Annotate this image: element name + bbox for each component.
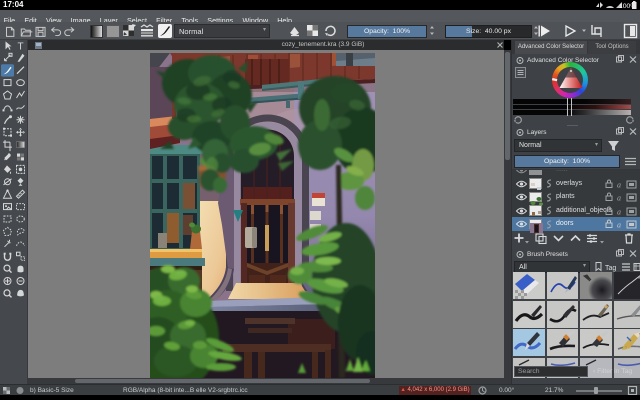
svg-text:a: a xyxy=(617,194,621,203)
svg-text:a: a xyxy=(617,221,621,230)
svg-text:a: a xyxy=(617,180,621,189)
svg-text:a: a xyxy=(617,207,621,216)
svg-text:T: T xyxy=(18,41,24,52)
svg-text:Tag: Tag xyxy=(605,265,616,272)
